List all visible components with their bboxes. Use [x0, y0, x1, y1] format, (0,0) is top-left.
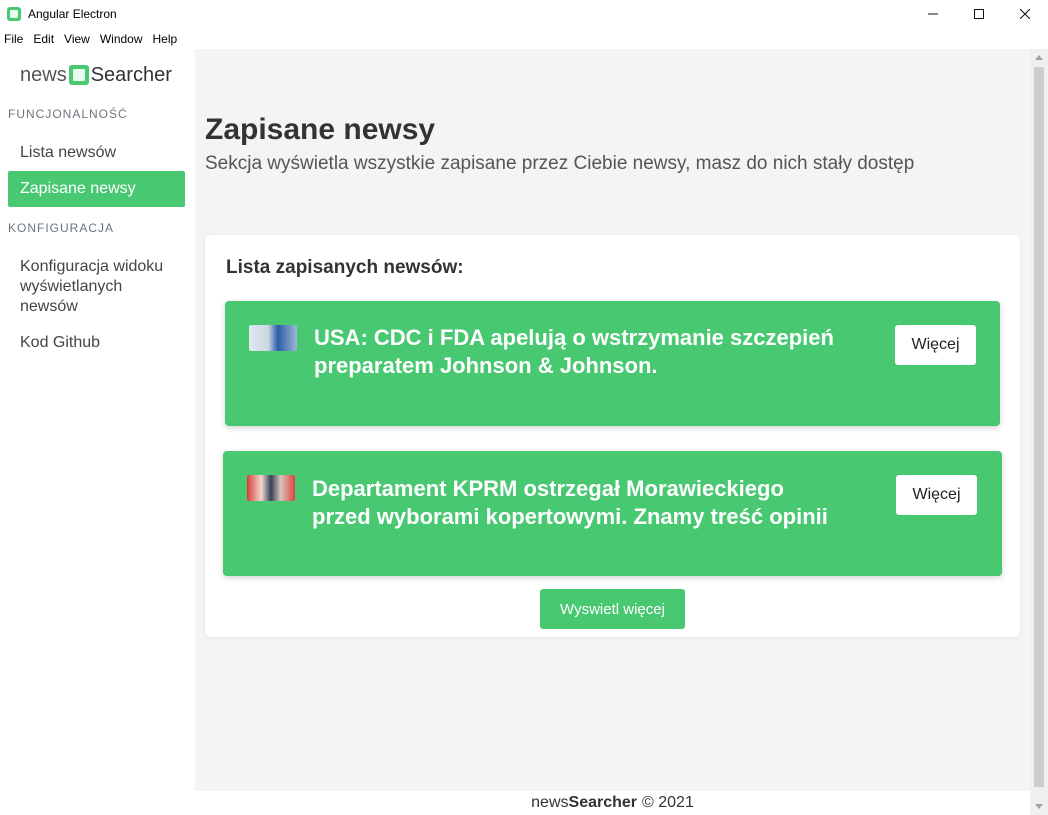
window-title: Angular Electron	[28, 7, 117, 21]
news-title: Departament KPRM ostrzegał Morawieckiego…	[312, 475, 892, 531]
more-button[interactable]: Więcej	[895, 325, 976, 365]
news-item: Departament KPRM ostrzegał Morawieckiego…	[223, 451, 1002, 576]
section-header-funkcjonalnosc: FUNCJONALNOŚĆ	[8, 107, 128, 121]
news-title-line: USA: CDC i FDA apelują o wstrzymanie szc…	[314, 325, 834, 350]
logo[interactable]: news Searcher	[20, 63, 172, 87]
more-button[interactable]: Więcej	[896, 475, 977, 515]
window-controls	[910, 0, 1048, 28]
logo-text-news: news	[20, 63, 67, 86]
minimize-icon	[928, 13, 938, 15]
news-title: USA: CDC i FDA apelują o wstrzymanie szc…	[314, 324, 894, 380]
news-title-line: preparatem Johnson & Johnson.	[314, 353, 658, 378]
logo-text-searcher: Searcher	[90, 63, 172, 86]
show-more-button[interactable]: Wyswietl więcej	[540, 589, 685, 629]
close-button[interactable]	[1002, 0, 1048, 28]
maximize-button[interactable]	[956, 0, 1002, 28]
sidebar: news Searcher FUNCJONALNOŚĆ Lista newsów…	[0, 49, 195, 815]
scroll-up-icon[interactable]	[1035, 55, 1043, 60]
news-item: USA: CDC i FDA apelują o wstrzymanie szc…	[225, 301, 1000, 426]
menu-file[interactable]: File	[4, 32, 23, 46]
footer: news Searcher © 2021	[195, 791, 1030, 815]
logo-icon	[68, 65, 89, 85]
app-icon	[7, 7, 21, 21]
menu-bar: File Edit View Window Help	[0, 29, 187, 49]
app-window: Angular Electron File Edit View Window H…	[0, 0, 1048, 815]
scrollbar[interactable]	[1030, 49, 1048, 815]
minimize-button[interactable]	[910, 0, 956, 28]
menu-edit[interactable]: Edit	[33, 32, 54, 46]
page-title: Zapisane newsy	[205, 113, 436, 146]
saved-news-card: Lista zapisanych newsów: USA: CDC i FDA …	[205, 235, 1020, 637]
sidebar-item-konfiguracja-widoku[interactable]: Konfiguracja widoku wyświetlanych newsów	[8, 249, 185, 325]
sidebar-item-lista-newsow[interactable]: Lista newsów	[8, 135, 185, 171]
card-title: Lista zapisanych newsów:	[226, 257, 464, 278]
footer-copyright: © 2021	[642, 794, 694, 811]
sidebar-item-kod-github[interactable]: Kod Github	[8, 325, 185, 361]
title-bar: Angular Electron	[0, 0, 1048, 28]
page-subtitle: Sekcja wyświetla wszystkie zapisane prze…	[205, 153, 915, 174]
menu-view[interactable]: View	[64, 32, 90, 46]
close-icon	[1020, 9, 1030, 19]
maximize-icon	[974, 9, 984, 19]
news-thumbnail	[247, 475, 295, 501]
menu-window[interactable]: Window	[100, 32, 143, 46]
news-title-line: Departament KPRM ostrzegał Morawieckiego	[312, 476, 784, 501]
menu-help[interactable]: Help	[153, 32, 178, 46]
main-content: Zapisane newsy Sekcja wyświetla wszystki…	[195, 49, 1030, 791]
footer-text-news: news	[531, 794, 569, 811]
scroll-down-icon[interactable]	[1035, 804, 1043, 809]
footer-text-searcher: Searcher	[568, 794, 638, 811]
news-title-line: przed wyborami kopertowymi. Znamy treść …	[312, 504, 828, 529]
news-thumbnail	[249, 325, 297, 351]
sidebar-item-zapisane-newsy[interactable]: Zapisane newsy	[8, 171, 185, 207]
scroll-thumb[interactable]	[1034, 67, 1044, 787]
section-header-konfiguracja: KONFIGURACJA	[8, 221, 115, 235]
